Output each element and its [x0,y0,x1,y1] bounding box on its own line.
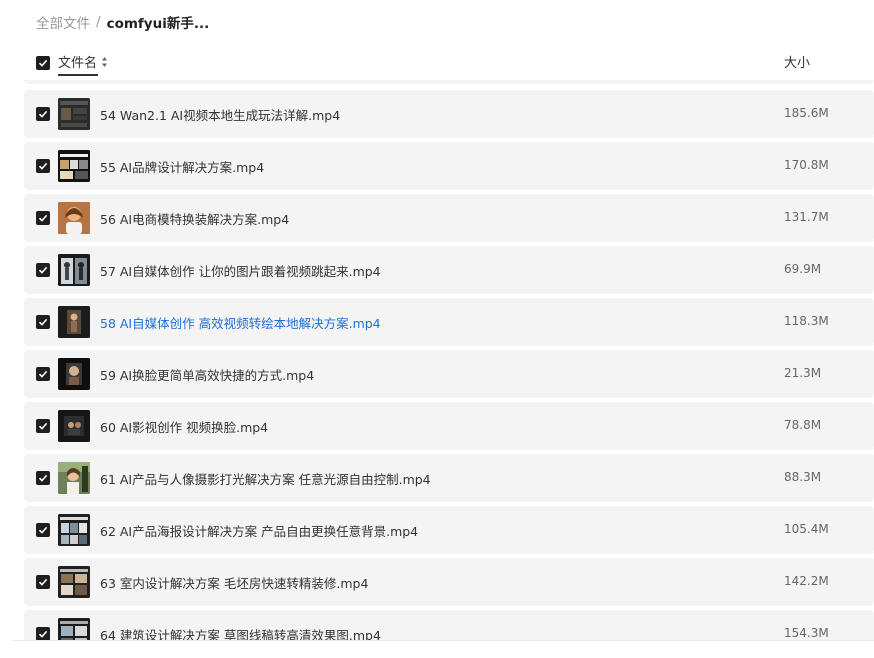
file-name[interactable]: 55 AI品牌设计解决方案.mp4 [100,157,264,176]
file-size: 154.3M [784,626,829,640]
file-checkbox[interactable] [36,211,50,225]
video-thumbnail [58,98,90,130]
file-row[interactable]: 54 Wan2.1 AI视频本地生成玩法详解.mp4 185.6M [24,90,874,138]
file-list-header: 文件名 大小 [24,50,874,76]
breadcrumb-current: comfyui新手... [106,16,210,32]
file-size: 69.9M [784,262,822,276]
video-thumbnail [58,410,90,442]
breadcrumb-root-link[interactable]: 全部文件 [36,12,90,32]
check-icon [38,162,48,170]
file-size: 78.8M [784,418,822,432]
check-icon [38,526,48,534]
select-all-checkbox[interactable] [36,56,50,70]
video-thumbnail [58,462,90,494]
file-name[interactable]: 61 AI产品与人像摄影打光解决方案 任意光源自由控制.mp4 [100,469,431,488]
file-row[interactable]: 64 建筑设计解决方案 草图线稿转高清效果图.mp4 154.3M [24,610,874,640]
file-row[interactable]: 63 室内设计解决方案 毛坯房快速转精装修.mp4 142.2M [24,558,874,606]
file-name[interactable]: 59 AI换脸更简单高效快捷的方式.mp4 [100,365,314,384]
file-row[interactable]: 56 AI电商模特换装解决方案.mp4 131.7M [24,194,874,242]
check-icon [38,214,48,222]
breadcrumb-separator: / [96,14,101,30]
file-checkbox[interactable] [36,315,50,329]
file-name[interactable]: 54 Wan2.1 AI视频本地生成玩法详解.mp4 [100,105,340,124]
list-bottom-divider [12,640,874,641]
check-icon [38,578,48,586]
file-size: 170.8M [784,158,829,172]
file-size: 131.7M [784,210,829,224]
file-name[interactable]: 56 AI电商模特换装解决方案.mp4 [100,209,289,228]
file-size: 105.4M [784,522,829,536]
check-icon [38,474,48,482]
check-icon [38,110,48,118]
size-column-label: 大小 [784,56,811,71]
file-size: 88.3M [784,470,822,484]
video-thumbnail [58,358,90,390]
check-icon [38,422,48,430]
sort-by-name-header[interactable]: 文件名 [58,52,108,71]
file-checkbox[interactable] [36,523,50,537]
file-row[interactable]: 60 AI影视创作 视频换脸.mp4 78.8M [24,402,874,450]
file-size: 142.2M [784,574,829,588]
file-row[interactable]: 55 AI品牌设计解决方案.mp4 170.8M [24,142,874,190]
file-row[interactable]: 58 AI自媒体创作 高效视频转绘本地解决方案.mp4 118.3M [24,298,874,346]
video-thumbnail [58,618,90,640]
file-checkbox[interactable] [36,263,50,277]
video-thumbnail [58,566,90,598]
file-name[interactable]: 62 AI产品海报设计解决方案 产品自由更换任意背景.mp4 [100,521,418,540]
check-icon [38,370,48,378]
video-thumbnail [58,150,90,182]
file-checkbox[interactable] [36,107,50,121]
file-list[interactable]: 54 Wan2.1 AI视频本地生成玩法详解.mp4 185.6M 55 AI品牌设… [24,80,874,640]
file-size: 21.3M [784,366,822,380]
check-icon [38,630,48,638]
name-column-underline [58,74,98,76]
file-row[interactable]: 62 AI产品海报设计解决方案 产品自由更换任意背景.mp4 105.4M [24,506,874,554]
file-row[interactable]: 59 AI换脸更简单高效快捷的方式.mp4 21.3M [24,350,874,398]
file-name[interactable]: 60 AI影视创作 视频换脸.mp4 [100,417,268,436]
check-icon [38,318,48,326]
file-checkbox[interactable] [36,575,50,589]
file-row[interactable]: 57 AI自媒体创作 让你的图片跟着视频跳起来.mp4 69.9M [24,246,874,294]
check-icon [38,59,48,67]
video-thumbnail [58,202,90,234]
file-name[interactable]: 64 建筑设计解决方案 草图线稿转高清效果图.mp4 [100,625,381,640]
file-checkbox[interactable] [36,159,50,173]
file-checkbox[interactable] [36,471,50,485]
file-name[interactable]: 63 室内设计解决方案 毛坯房快速转精装修.mp4 [100,573,368,592]
file-checkbox[interactable] [36,367,50,381]
file-row[interactable]: 61 AI产品与人像摄影打光解决方案 任意光源自由控制.mp4 88.3M [24,454,874,502]
video-thumbnail [58,254,90,286]
file-checkbox[interactable] [36,419,50,433]
file-size: 185.6M [784,106,829,120]
file-name[interactable]: 57 AI自媒体创作 让你的图片跟着视频跳起来.mp4 [100,261,381,280]
name-column-label: 文件名 [58,56,98,71]
video-thumbnail [58,514,90,546]
sort-icon [102,56,108,67]
file-size: 118.3M [784,314,829,328]
check-icon [38,266,48,274]
video-thumbnail [58,306,90,338]
file-name[interactable]: 58 AI自媒体创作 高效视频转绘本地解决方案.mp4 [100,313,381,332]
breadcrumb: 全部文件 / comfyui新手... [36,12,209,32]
previous-row-edge [24,80,874,84]
file-checkbox[interactable] [36,627,50,640]
